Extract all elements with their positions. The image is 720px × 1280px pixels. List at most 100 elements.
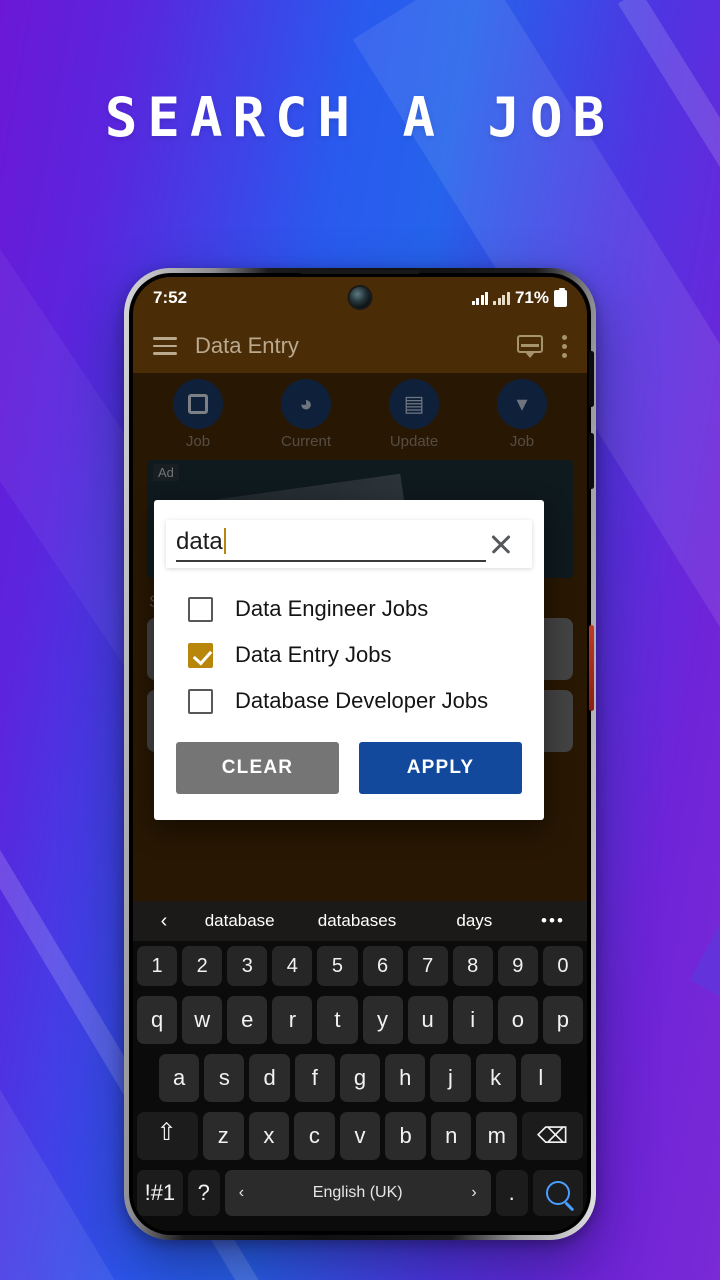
keyboard-row-bottom: z x c v b n m ⌫ xyxy=(133,1107,587,1165)
key-f[interactable]: f xyxy=(294,1054,335,1102)
key-a[interactable]: a xyxy=(159,1054,200,1102)
signal-bars-icon-2 xyxy=(493,291,510,305)
space-key-label: English (UK) xyxy=(312,1184,403,1201)
key-2[interactable]: 2 xyxy=(182,946,223,986)
on-screen-keyboard: ‹ database databases days ••• 1 2 3 4 5 … xyxy=(133,901,587,1231)
space-key[interactable]: ‹ English (UK) › xyxy=(224,1170,491,1216)
question-key[interactable]: ? xyxy=(187,1170,220,1216)
keyboard-row-top: q w e r t y u i o p xyxy=(133,991,587,1049)
key-c[interactable]: c xyxy=(294,1112,335,1160)
key-o[interactable]: o xyxy=(497,996,538,1044)
dialog-search-row: data xyxy=(166,520,532,568)
search-input[interactable]: data xyxy=(176,526,486,562)
key-m[interactable]: m xyxy=(476,1112,518,1160)
shift-icon[interactable] xyxy=(137,1112,198,1160)
key-t[interactable]: t xyxy=(317,996,358,1044)
key-g[interactable]: g xyxy=(339,1054,381,1102)
key-v[interactable]: v xyxy=(339,1112,381,1160)
key-l[interactable]: l xyxy=(520,1054,561,1102)
keyboard-row-home: a s d f g h j k l xyxy=(133,1049,587,1107)
key-1[interactable]: 1 xyxy=(137,946,178,986)
key-y[interactable]: y xyxy=(362,996,403,1044)
list-item[interactable]: Data Engineer Jobs xyxy=(154,586,544,632)
status-bar: 7:52 71% xyxy=(133,277,587,319)
key-z[interactable]: z xyxy=(202,1112,244,1160)
volume-up-button[interactable] xyxy=(589,351,594,407)
key-r[interactable]: r xyxy=(272,996,313,1044)
key-6[interactable]: 6 xyxy=(362,946,403,986)
checkbox-unchecked-icon[interactable] xyxy=(188,688,213,714)
keyboard-row-numbers: 1 2 3 4 5 6 7 8 9 0 xyxy=(133,941,587,991)
key-e[interactable]: e xyxy=(227,996,268,1044)
key-d[interactable]: d xyxy=(249,1054,290,1102)
checkbox-checked-icon[interactable] xyxy=(188,642,213,668)
key-n[interactable]: n xyxy=(430,1112,472,1160)
key-q[interactable]: q xyxy=(137,996,178,1044)
hamburger-menu-icon[interactable] xyxy=(153,337,177,355)
key-i[interactable]: i xyxy=(452,996,493,1044)
deco-streak-2 xyxy=(617,0,720,1107)
key-5[interactable]: 5 xyxy=(317,946,358,986)
list-item-label: Database Developer Jobs xyxy=(235,688,489,713)
signal-bars-icon xyxy=(471,291,489,305)
dialog-actions: CLEAR APPLY xyxy=(154,730,544,820)
period-key[interactable]: . xyxy=(495,1170,528,1216)
search-input-value: data xyxy=(176,528,223,555)
key-9[interactable]: 9 xyxy=(497,946,538,986)
phone-bezel: 7:52 71% Data Entry Job ◕ Current ▤ Upda… xyxy=(129,270,594,1235)
key-p[interactable]: p xyxy=(542,996,583,1044)
status-indicators: 71% xyxy=(471,287,567,308)
power-button[interactable] xyxy=(589,625,594,711)
symbols-key[interactable]: !#1 xyxy=(137,1170,183,1216)
page-title: SEARCH A JOB xyxy=(104,86,616,149)
suggestion-chip[interactable]: database xyxy=(181,911,298,931)
close-x-icon[interactable] xyxy=(486,529,516,559)
deco-streak-5 xyxy=(690,185,720,1121)
category-list: Data Engineer Jobs Data Entry Jobs Datab… xyxy=(154,572,544,730)
key-s[interactable]: s xyxy=(204,1054,245,1102)
earpiece-speaker xyxy=(300,270,420,274)
key-3[interactable]: 3 xyxy=(227,946,268,986)
key-u[interactable]: u xyxy=(407,996,448,1044)
suggestion-chip[interactable]: days xyxy=(416,911,533,931)
key-j[interactable]: j xyxy=(430,1054,471,1102)
list-item-label: Data Engineer Jobs xyxy=(235,596,429,621)
chevron-left-icon[interactable]: ‹ xyxy=(147,910,181,933)
saved-jobs-icon[interactable] xyxy=(517,335,543,358)
search-magnifier-icon[interactable] xyxy=(532,1170,583,1216)
status-time: 7:52 xyxy=(153,288,188,307)
app-bar-title: Data Entry xyxy=(195,333,299,358)
suggestion-chip[interactable]: databases xyxy=(298,911,415,931)
backspace-icon[interactable]: ⌫ xyxy=(522,1112,583,1160)
phone-mockup: 7:52 71% Data Entry Job ◕ Current ▤ Upda… xyxy=(124,268,596,1240)
key-8[interactable]: 8 xyxy=(452,946,493,986)
keyboard-row-function: !#1 ? ‹ English (UK) › . xyxy=(133,1165,587,1221)
battery-percent: 71% xyxy=(514,288,549,307)
battery-icon xyxy=(554,287,567,307)
list-item-label: Data Entry Jobs xyxy=(235,642,392,667)
kebab-menu-icon[interactable] xyxy=(561,334,567,358)
key-7[interactable]: 7 xyxy=(407,946,448,986)
key-4[interactable]: 4 xyxy=(272,946,313,986)
key-0[interactable]: 0 xyxy=(542,946,583,986)
ellipsis-icon[interactable]: ••• xyxy=(533,911,573,931)
key-x[interactable]: x xyxy=(248,1112,290,1160)
chevron-right-icon[interactable]: › xyxy=(471,1184,476,1202)
suggestion-bar: ‹ database databases days ••• xyxy=(133,901,587,941)
phone-screen: 7:52 71% Data Entry Job ◕ Current ▤ Upda… xyxy=(133,277,587,1231)
volume-down-button[interactable] xyxy=(589,433,594,489)
list-item[interactable]: Database Developer Jobs xyxy=(154,678,544,724)
text-caret xyxy=(223,528,226,554)
checkbox-unchecked-icon[interactable] xyxy=(188,596,213,622)
app-bar: Data Entry xyxy=(133,319,587,373)
key-w[interactable]: w xyxy=(182,996,223,1044)
app-content: Job ◕ Current ▤ Update ▾ Job Ad data Dat… xyxy=(133,373,587,1231)
key-k[interactable]: k xyxy=(475,1054,516,1102)
list-item[interactable]: Data Entry Jobs xyxy=(154,632,544,678)
category-filter-dialog: data Data Engineer Jobs Data Entry Jobs xyxy=(154,500,544,820)
clear-button[interactable]: CLEAR xyxy=(176,742,339,794)
apply-button[interactable]: APPLY xyxy=(359,742,522,794)
key-b[interactable]: b xyxy=(385,1112,426,1160)
key-h[interactable]: h xyxy=(385,1054,426,1102)
chevron-left-icon[interactable]: ‹ xyxy=(239,1184,244,1202)
